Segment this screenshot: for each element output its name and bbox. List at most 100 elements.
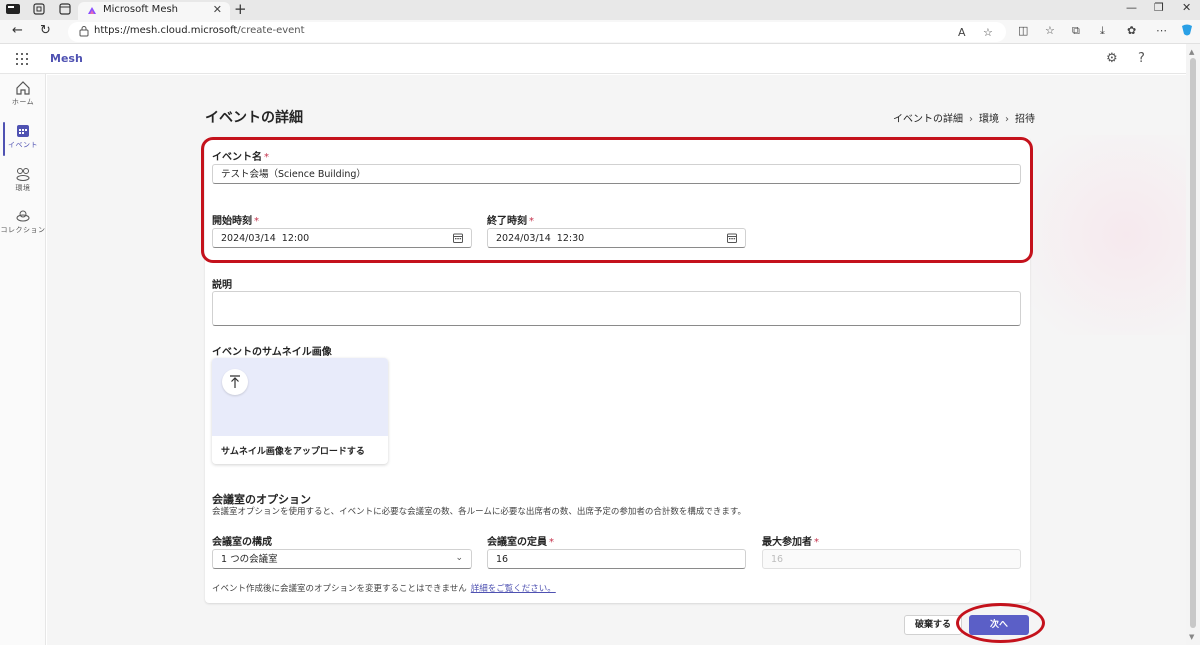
left-rail: ホーム イベント 環境 コレクション xyxy=(0,74,46,645)
rail-item-events[interactable]: イベント xyxy=(0,123,46,151)
profile-icon[interactable] xyxy=(6,3,20,17)
favorites-icon[interactable]: ☆ xyxy=(1045,24,1055,38)
start-time-value: 2024/03/14 12:00 xyxy=(221,233,310,244)
max-attendees-label: 最大参加者 * xyxy=(762,533,819,548)
breadcrumb-step-environment[interactable]: 環境 xyxy=(979,110,999,125)
downloads-icon[interactable]: ⤓ xyxy=(1100,24,1105,38)
thumbnail-preview xyxy=(212,358,388,436)
workspaces-icon[interactable] xyxy=(32,3,46,17)
favorite-star-icon[interactable]: ☆ xyxy=(983,26,993,40)
room-capacity-value: 16 xyxy=(496,554,509,565)
room-capacity-label: 会議室の定員 * xyxy=(487,533,554,548)
split-screen-icon[interactable]: ◫ xyxy=(1018,24,1028,38)
url-path: /create-event xyxy=(237,25,305,36)
room-capacity-label-text: 会議室の定員 xyxy=(487,537,547,548)
back-icon[interactable]: ← xyxy=(12,23,23,39)
breadcrumb-step-invite[interactable]: 招待 xyxy=(1015,110,1035,125)
url-text: https://mesh.cloud.microsoft/create-even… xyxy=(94,25,305,36)
mesh-favicon-icon xyxy=(88,7,96,14)
chevron-down-icon: ⌄ xyxy=(455,553,463,563)
event-name-label-text: イベント名 xyxy=(212,152,262,163)
rail-label-environments: 環境 xyxy=(15,184,31,192)
upload-button[interactable] xyxy=(222,369,248,395)
more-menu-icon[interactable]: ⋯ xyxy=(1156,24,1167,38)
room-options-description: 会議室オプションを使用すると、イベントに必要な会議室の数、各ルームに必要な出席者… xyxy=(212,507,747,517)
note-text: イベント作成後に会議室のオプションを変更することはできません xyxy=(212,584,467,594)
thumbnail-label: イベントのサムネイル画像 xyxy=(212,347,332,358)
thumbnail-upload-card[interactable]: サムネイル画像をアップロードする xyxy=(212,358,388,464)
breadcrumb-chevron-icon: › xyxy=(1005,114,1009,125)
collections-icon[interactable]: ⧉ xyxy=(1072,24,1080,38)
read-aloud-icon[interactable]: A xyxy=(958,26,966,40)
rail-item-collections[interactable]: コレクション xyxy=(0,208,46,236)
close-window-icon[interactable]: ✕ xyxy=(1182,1,1191,14)
url-host: https://mesh.cloud.microsoft xyxy=(94,25,238,36)
event-name-label: イベント名 * xyxy=(212,148,269,163)
description-textarea[interactable] xyxy=(212,291,1021,326)
address-bar[interactable]: https://mesh.cloud.microsoft/create-even… xyxy=(68,22,1006,42)
scroll-up-icon[interactable]: ▲ xyxy=(1189,48,1194,56)
next-button[interactable]: 次へ xyxy=(969,615,1029,635)
home-icon xyxy=(16,81,30,95)
required-asterisk: * xyxy=(264,152,269,163)
page-title: イベントの詳細 xyxy=(205,110,303,126)
end-time-picker[interactable]: 2024/03/14 12:30 xyxy=(487,228,746,248)
calendar-picker-icon[interactable] xyxy=(727,233,737,243)
rail-label-home: ホーム xyxy=(11,98,35,106)
rail-label-events: イベント xyxy=(8,141,38,149)
copilot-icon[interactable] xyxy=(1180,23,1194,41)
calendar-icon xyxy=(17,125,29,137)
calendar-picker-icon[interactable] xyxy=(453,233,463,243)
tab-close-icon[interactable]: ✕ xyxy=(213,3,222,16)
browser-tab[interactable]: Microsoft Mesh ✕ xyxy=(78,2,230,20)
wizard-breadcrumb: イベントの詳細 › 環境 › 招待 xyxy=(893,110,1035,125)
room-config-label: 会議室の構成 xyxy=(212,537,272,548)
upload-arrow-icon xyxy=(230,375,240,388)
minimize-icon[interactable]: — xyxy=(1126,1,1137,14)
refresh-icon[interactable]: ↻ xyxy=(40,23,51,39)
end-time-value: 2024/03/14 12:30 xyxy=(496,233,585,244)
discard-button[interactable]: 破棄する xyxy=(904,615,962,635)
end-time-label-text: 終了時刻 xyxy=(487,216,527,227)
event-name-input[interactable]: テスト会場（Science Building） xyxy=(212,164,1021,184)
learn-more-link[interactable]: 詳細をご覧ください。 xyxy=(471,584,556,594)
room-options-note: イベント作成後に会議室のオプションを変更することはできません 詳細をご覧ください。 xyxy=(212,582,556,594)
start-time-picker[interactable]: 2024/03/14 12:00 xyxy=(212,228,472,248)
required-asterisk: * xyxy=(254,216,259,227)
lock-icon xyxy=(79,26,89,37)
app-header: Mesh ⚙ ? xyxy=(0,44,1186,74)
start-time-label: 開始時刻 * xyxy=(212,212,259,227)
room-capacity-input[interactable]: 16 xyxy=(487,549,746,569)
new-tab-icon[interactable]: + xyxy=(234,1,247,17)
room-config-dropdown[interactable]: 1 つの会議室 ⌄ xyxy=(212,549,472,569)
thumbnail-upload-caption: サムネイル画像をアップロードする xyxy=(221,447,365,457)
start-time-label-text: 開始時刻 xyxy=(212,216,252,227)
scroll-down-icon[interactable]: ▼ xyxy=(1189,633,1194,641)
scrollbar-thumb[interactable] xyxy=(1190,58,1196,628)
tab-title: Microsoft Mesh xyxy=(103,4,179,15)
max-attendees-value: 16 xyxy=(771,554,784,565)
required-asterisk: * xyxy=(529,216,534,227)
breadcrumb-chevron-icon: › xyxy=(969,114,973,125)
browser-tab-strip: Microsoft Mesh ✕ + — ❐ ✕ xyxy=(0,0,1200,20)
app-name[interactable]: Mesh xyxy=(50,52,83,65)
required-asterisk: * xyxy=(549,537,554,548)
breadcrumb-step-details[interactable]: イベントの詳細 xyxy=(893,110,963,125)
rail-item-environments[interactable]: 環境 xyxy=(0,166,46,194)
app-launcher-icon[interactable] xyxy=(16,53,28,65)
page-scrollbar[interactable]: ▲ ▼ xyxy=(1186,44,1200,645)
rail-label-collections: コレクション xyxy=(0,226,46,234)
rail-item-home[interactable]: ホーム xyxy=(0,80,46,108)
max-attendees-input: 16 xyxy=(762,549,1021,569)
address-bar-row: ← ↻ https://mesh.cloud.microsoft/create-… xyxy=(0,20,1200,44)
help-icon[interactable]: ? xyxy=(1138,51,1145,67)
tab-actions-icon[interactable] xyxy=(58,3,72,17)
maximize-icon[interactable]: ❐ xyxy=(1154,1,1164,14)
required-asterisk: * xyxy=(814,537,819,548)
extensions-icon[interactable]: ✿ xyxy=(1127,24,1136,38)
settings-gear-icon[interactable]: ⚙ xyxy=(1106,51,1118,67)
room-config-value: 1 つの会議室 xyxy=(221,554,278,565)
max-attendees-label-text: 最大参加者 xyxy=(762,537,812,548)
event-name-value: テスト会場（Science Building） xyxy=(221,169,366,180)
collection-icon xyxy=(16,210,30,222)
